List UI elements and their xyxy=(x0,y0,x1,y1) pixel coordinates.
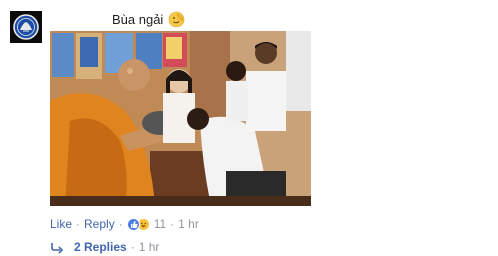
separator: · xyxy=(76,217,81,231)
reply-arrow-icon xyxy=(50,242,64,254)
replies-row: 2 Replies · 1 hr xyxy=(50,240,159,255)
monk-blessing-photo xyxy=(50,31,311,206)
chelsea-crest-icon xyxy=(10,11,42,43)
comment-photo[interactable] xyxy=(50,31,311,206)
reaction-count[interactable]: 11 xyxy=(154,217,166,232)
comment-timestamp[interactable]: 1 hr xyxy=(178,217,199,232)
comment-text: Bùa ngải xyxy=(112,11,164,27)
comment-actions: Like · Reply · 11 · 1 hr xyxy=(50,217,199,232)
reactions-summary[interactable] xyxy=(126,218,150,231)
reply-link[interactable]: Reply xyxy=(84,217,115,232)
avatar[interactable] xyxy=(10,11,42,43)
like-reaction-icon xyxy=(126,218,140,231)
separator: · xyxy=(170,217,175,231)
separator: · xyxy=(130,240,135,254)
comment-text-row: Bùa ngải xyxy=(112,11,185,28)
facepalm-emoji-icon xyxy=(168,11,185,28)
separator: · xyxy=(118,217,123,231)
like-link[interactable]: Like xyxy=(50,217,72,232)
replies-timestamp: 1 hr xyxy=(138,240,160,254)
view-replies-link[interactable]: 2 Replies xyxy=(74,240,127,255)
